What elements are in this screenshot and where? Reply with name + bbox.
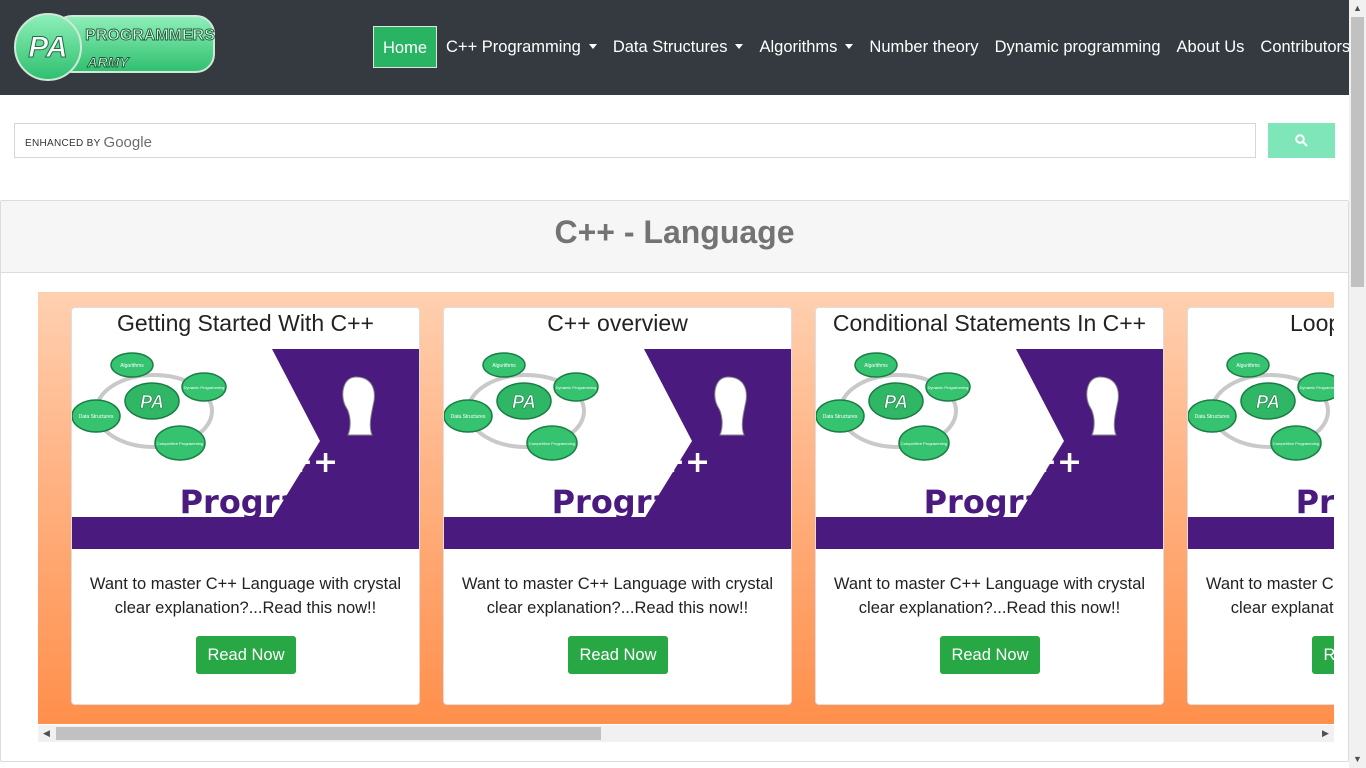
- search-input[interactable]: ENHANCED BY Google: [14, 123, 1256, 158]
- read-now-button[interactable]: Read Now: [1312, 636, 1334, 674]
- image-bubble-label: Competitive Programming: [529, 441, 575, 446]
- logo-line1: PROGRAMMERS: [85, 27, 215, 44]
- image-bubble-label: Algorithms: [492, 363, 516, 369]
- section-header: C++ - Language: [1, 201, 1348, 273]
- section-title: C++ - Language: [554, 214, 795, 250]
- logo-mark: PA: [28, 31, 67, 64]
- card-image: Algorithms Dynamic Programming Data Stru…: [444, 349, 792, 549]
- site-logo[interactable]: PA PROGRAMMERS ARMY: [14, 12, 217, 84]
- nav-item-home[interactable]: Home: [373, 26, 438, 68]
- image-bubble-label: Data Structures: [451, 414, 486, 420]
- image-bubble-label: Dynamic Programming: [928, 385, 969, 390]
- logo-line2: ARMY: [86, 54, 130, 70]
- scroll-left-icon[interactable]: ◀: [38, 725, 55, 742]
- search-button[interactable]: [1268, 123, 1335, 158]
- nav-item-about-us[interactable]: About Us: [1169, 26, 1253, 68]
- image-bubble-label: Dynamic Programming: [556, 385, 597, 390]
- image-title-programming: Programming: [1296, 483, 1334, 521]
- read-now-button[interactable]: Read Now: [940, 636, 1040, 674]
- image-bubble-label: Algorithms: [1236, 363, 1260, 369]
- page-scrollbar[interactable]: ▲ ▼: [1349, 0, 1366, 768]
- image-title-programming: Programming: [180, 483, 420, 521]
- article-card: Getting Started With C++ Algorithms Dyna…: [71, 307, 420, 705]
- scroll-right-icon[interactable]: ▶: [1317, 725, 1334, 742]
- card-title: C++ overview: [547, 310, 688, 336]
- image-bubble-label: Dynamic Programming: [184, 385, 225, 390]
- card-title: Getting Started With C++: [117, 310, 374, 336]
- image-bubble-label: PA: [1256, 392, 1280, 412]
- image-bubble-label: PA: [884, 392, 908, 412]
- card-image: Algorithms Dynamic Programming Data Stru…: [1188, 349, 1334, 549]
- image-bubble-label: PA: [512, 392, 536, 412]
- article-card: Conditional Statements In C++ Algorithms…: [815, 307, 1164, 705]
- image-title-programming: Programming: [552, 483, 792, 521]
- image-bubble-label: Data Structures: [823, 414, 858, 420]
- image-title-cpp: C++: [638, 445, 710, 480]
- card-title: Conditional Statements In C++: [832, 310, 1147, 336]
- horizontal-scrollbar[interactable]: ◀ ▶: [38, 725, 1334, 742]
- article-card: C++ overview Algorithms Dynamic Programm…: [443, 307, 792, 705]
- chevron-down-icon: [735, 44, 744, 50]
- scroll-up-icon[interactable]: ▲: [1349, 0, 1366, 17]
- image-title-cpp: C++: [1010, 445, 1082, 480]
- chevron-down-icon: [588, 44, 597, 50]
- read-now-button[interactable]: Read Now: [568, 636, 668, 674]
- image-bubble-label: Competitive Programming: [901, 441, 947, 446]
- nav-menu: Home C++ Programming Data Structures Alg…: [373, 26, 1358, 68]
- image-title-cpp: C++: [266, 445, 338, 480]
- image-bubble-label: Algorithms: [864, 363, 888, 369]
- nav-item-algorithms[interactable]: Algorithms: [751, 26, 861, 68]
- search-branding: ENHANCED BY Google: [25, 134, 152, 151]
- nav-item-number-theory[interactable]: Number theory: [861, 26, 986, 68]
- card-description: Want to master C++ Language with crystal…: [89, 575, 402, 617]
- read-now-button[interactable]: Read Now: [196, 636, 296, 674]
- image-bubble-label: Data Structures: [1195, 414, 1230, 420]
- nav-item-cpp-programming[interactable]: C++ Programming: [438, 26, 605, 68]
- search-icon: [1295, 134, 1308, 147]
- card-image: Algorithms Dynamic Programming Data Stru…: [816, 349, 1164, 549]
- image-bubble-label: PA: [140, 392, 164, 412]
- card-description: Want to master C++ Language with crystal…: [833, 575, 1146, 617]
- page-scrollbar-thumb[interactable]: [1351, 17, 1364, 287]
- image-bubble-label: Competitive Programming: [1273, 441, 1319, 446]
- navbar: PA PROGRAMMERS ARMY Home C++ Programming…: [0, 0, 1350, 95]
- card-image: Algorithms Dynamic Programming Data Stru…: [72, 349, 420, 549]
- scrollbar-thumb[interactable]: [56, 727, 601, 740]
- image-bubble-label: Dynamic Programming: [1300, 385, 1334, 390]
- card-title: Loops In C++: [1290, 310, 1334, 336]
- nav-item-data-structures[interactable]: Data Structures: [605, 26, 752, 68]
- image-bubble-label: Data Structures: [79, 414, 114, 420]
- chevron-down-icon: [845, 44, 854, 50]
- image-bubble-label: Algorithms: [120, 363, 144, 369]
- card-description: Want to master C++ Language with crystal…: [461, 575, 774, 617]
- article-card: Loops In C++ Algorithms Dynamic Programm…: [1187, 307, 1334, 705]
- image-bubble-label: Competitive Programming: [157, 441, 203, 446]
- cpp-language-section: C++ - Language Getting Started With C++ …: [0, 200, 1349, 762]
- nav-item-dynamic-programming[interactable]: Dynamic programming: [987, 26, 1169, 68]
- scroll-down-icon[interactable]: ▼: [1349, 751, 1366, 768]
- nav-item-contributors[interactable]: Contributors: [1252, 26, 1358, 68]
- image-title-programming: Programming: [924, 483, 1164, 521]
- card-carousel: Getting Started With C++ Algorithms Dyna…: [38, 292, 1334, 724]
- card-description: Want to master C++ Language with crystal…: [1205, 575, 1334, 617]
